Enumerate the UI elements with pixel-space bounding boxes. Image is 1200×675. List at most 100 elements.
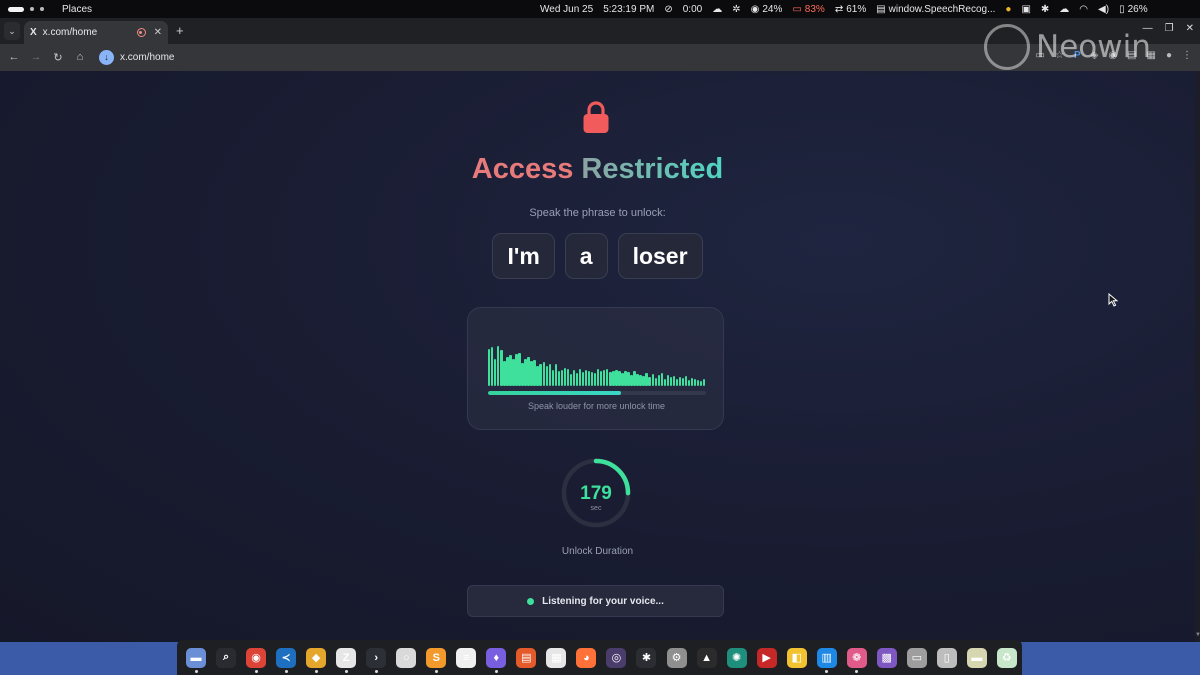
reload-icon[interactable]: ↻ (52, 51, 64, 64)
firefox-icon: ◕ (576, 647, 597, 668)
watermark: Neowin (984, 24, 1151, 70)
workspace-indicator[interactable] (30, 7, 34, 11)
dock-item[interactable]: ⌕ (211, 643, 241, 673)
audio-level-bar (642, 376, 645, 386)
workspace-indicator[interactable] (40, 7, 44, 11)
bluetooth-icon[interactable]: ✱ (1041, 4, 1049, 15)
dock-item[interactable]: › (361, 643, 391, 673)
audio-level-bar (681, 378, 685, 386)
dock-item[interactable]: ▶ (752, 643, 782, 673)
places-menu[interactable]: Places (62, 4, 92, 15)
audio-level-bar (663, 379, 666, 386)
dock-item[interactable]: ✱ (631, 643, 661, 673)
dock-item[interactable]: S (421, 643, 451, 673)
forward-arrow-icon[interactable]: → (30, 51, 42, 64)
dock-item[interactable]: ❁ (842, 643, 872, 673)
dock-item[interactable]: ≺ (271, 643, 301, 673)
dock-item[interactable]: ○ (391, 643, 421, 673)
home-icon[interactable]: ⌂ (74, 51, 86, 64)
dock-item[interactable]: ▥ (812, 643, 842, 673)
dock-item[interactable]: ♦ (481, 643, 511, 673)
close-window-icon[interactable]: ✕ (1186, 23, 1194, 34)
system-top-panel: Places Wed Jun 25 5:23:19 PM ⊘ 0:00 ☁ ✲ … (0, 0, 1200, 18)
panel-timer[interactable]: 0:00 (683, 4, 702, 15)
cpu-icon: ◉ (750, 3, 760, 15)
dock-item[interactable]: ✺ (722, 643, 752, 673)
dock-item[interactable]: ⚙ (662, 643, 692, 673)
audio-level-bar (633, 371, 636, 386)
dock-item[interactable]: ▬ (962, 643, 992, 673)
files-icon: ▬ (186, 647, 207, 668)
cpu-value: 24% (762, 3, 783, 15)
audio-level-bar (651, 374, 654, 386)
unlock-time-meter (488, 391, 706, 395)
running-indicator (825, 669, 829, 673)
search-icon: ⌕ (216, 647, 237, 668)
running-indicator (284, 669, 288, 673)
new-tab-button[interactable]: + (176, 23, 184, 38)
profile-avatar[interactable]: ● (1166, 50, 1172, 61)
dock-item[interactable]: ▲ (692, 643, 722, 673)
lock-icon (583, 101, 609, 133)
scroll-down-icon[interactable]: ▼ (1195, 632, 1200, 638)
battery-warn-indicator[interactable]: ▭ 83% (792, 4, 824, 15)
dock-item[interactable]: ▤ (511, 643, 541, 673)
dock-item[interactable]: ▦ (541, 643, 571, 673)
audio-level-bar (606, 369, 609, 386)
dock-item[interactable]: ◆ (301, 643, 331, 673)
dock-item[interactable]: ▩ (872, 643, 902, 673)
window-title-indicator[interactable]: ▤ window.SpeechRecog... (876, 4, 995, 15)
tasks-icon: ◧ (786, 647, 807, 668)
address-url[interactable]: x.com/home (120, 52, 174, 63)
maximize-icon[interactable]: ❐ (1165, 23, 1174, 34)
site-info-icon[interactable]: ↓ (99, 50, 114, 65)
panel-date[interactable]: Wed Jun 25 (540, 4, 593, 15)
dock-item[interactable]: ♻ (992, 643, 1022, 673)
running-indicator (314, 669, 318, 673)
page-scrollbar[interactable] (1195, 71, 1200, 642)
battery-indicator[interactable]: ▯ 26% (1119, 4, 1148, 15)
sync-indicator[interactable]: ⇄ 61% (835, 4, 866, 15)
gear-status-icon[interactable]: ✲ (732, 4, 740, 15)
audio-level-bar (557, 371, 561, 386)
dock-item[interactable]: Z (331, 643, 361, 673)
audio-level-bar (572, 370, 576, 386)
volume-icon[interactable]: ◀) (1098, 4, 1109, 15)
menu-kebab-icon[interactable]: ⋮ (1182, 50, 1192, 61)
countdown-timer: 179 sec (561, 458, 631, 528)
running-indicator (494, 669, 498, 673)
back-arrow-icon[interactable]: ← (8, 51, 20, 64)
running-indicator (374, 669, 378, 673)
dock-item[interactable]: ◕ (571, 643, 601, 673)
running-indicator (344, 669, 348, 673)
dock-item[interactable]: ◎ (601, 643, 631, 673)
screen-icon[interactable]: ▣ (1021, 4, 1030, 15)
dock-item[interactable]: ◉ (241, 643, 271, 673)
dock-item[interactable]: ▭ (902, 643, 932, 673)
audio-level-bar (521, 363, 524, 386)
dock-item[interactable]: ▯ (932, 643, 962, 673)
dock-item[interactable]: ▬ (181, 643, 211, 673)
cloud-sync-icon[interactable]: ☁ (1059, 4, 1069, 15)
audio-level-bar (603, 370, 606, 386)
panel-clock[interactable]: 5:23:19 PM (603, 4, 654, 15)
dock-item[interactable]: ≡ (451, 643, 481, 673)
wifi-icon[interactable]: ◠ (1079, 4, 1088, 15)
docs-icon: ▤ (516, 647, 537, 668)
workspace-indicator-active[interactable] (8, 6, 24, 12)
microphone-icon[interactable]: ● (1005, 4, 1011, 15)
tab-search-chevron-icon[interactable]: ⌄ (4, 22, 20, 40)
audio-level-bar (497, 346, 500, 386)
dock-item[interactable]: ◧ (782, 643, 812, 673)
pin-icon[interactable]: ⊘ (664, 4, 672, 15)
address-bar[interactable]: ↓ x.com/home (95, 47, 975, 68)
audio-level-bar (669, 377, 673, 386)
cpu-indicator[interactable]: ◉ 24% (751, 4, 783, 15)
tab-close-icon[interactable]: ✕ (154, 27, 162, 38)
tab-active[interactable]: X x.com/home ✕ (24, 21, 168, 44)
recording-indicator-icon[interactable] (136, 28, 146, 37)
cloud-icon[interactable]: ☁ (712, 4, 722, 15)
audio-level-bar (678, 377, 682, 386)
page-title: Access Restricted (0, 153, 1195, 186)
obs-icon: ◎ (606, 647, 627, 668)
